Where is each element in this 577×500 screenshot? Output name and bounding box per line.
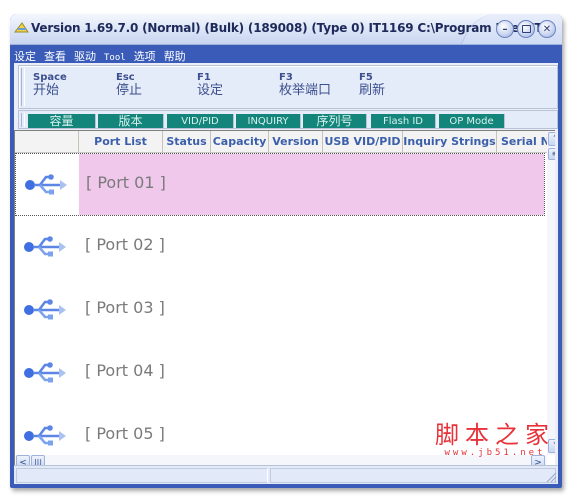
tab-op-mode[interactable]: OP Mode (439, 114, 505, 128)
table-header: Port List Status Capacity Version USB VI… (15, 131, 555, 153)
scroll-up-button[interactable]: ˄ (548, 132, 555, 146)
shortcut-start[interactable]: Space 开始 (33, 72, 67, 99)
status-bar (14, 465, 558, 484)
close-icon: ✕ (542, 23, 552, 35)
port-label: [ Port 02 ] (85, 235, 165, 254)
column-header-icon[interactable] (15, 131, 79, 152)
status-pane-left (16, 468, 268, 483)
watermark: 脚本之家 www.jb51.net (430, 422, 560, 459)
shortcut-settings[interactable]: F1 设定 (197, 72, 223, 99)
shortcut-enumerate-ports[interactable]: F3 枚举端口 (279, 72, 331, 99)
table-row[interactable]: [ Port 01 ] (15, 153, 545, 216)
vertical-scroll-thumb[interactable]: ≡ (548, 148, 555, 160)
column-header-capacity[interactable]: Capacity (211, 131, 269, 152)
port-label: [ Port 05 ] (85, 424, 165, 443)
usb-icon (24, 299, 66, 320)
column-header-status[interactable]: Status (163, 131, 211, 152)
port-label: [ Port 03 ] (85, 298, 165, 317)
window-title: Version 1.69.7.0 (Normal) (Bulk) (189008… (31, 21, 554, 35)
usb-icon (24, 236, 66, 257)
watermark-url: www.jb51.net (444, 448, 546, 458)
tab-inquiry[interactable]: INQUIRY (236, 114, 301, 128)
port-label: [ Port 04 ] (85, 361, 165, 380)
menu-options[interactable]: 选项 (130, 47, 160, 64)
menu-driver[interactable]: 驱动 (70, 47, 100, 64)
resize-grip-icon[interactable] (545, 471, 557, 483)
tab-serial-number[interactable]: 序列号 (303, 114, 367, 128)
table-row[interactable]: [ Port 02 ] (15, 216, 545, 279)
table-row[interactable]: [ Port 04 ] (15, 342, 545, 405)
tab-flash-id[interactable]: Flash ID (371, 114, 436, 128)
port-label: [ Port 01 ] (86, 173, 166, 192)
app-icon (14, 22, 29, 33)
tab-capacity[interactable]: 容量 (28, 114, 96, 128)
restore-icon (521, 25, 531, 33)
tab-vid-pid[interactable]: VID/PID (167, 114, 234, 128)
minimize-button[interactable]: – (496, 20, 514, 38)
menu-bar: 设定 查看 驱动 Tool 选项 帮助 (10, 45, 562, 63)
chevron-up-icon: ˄ (553, 135, 555, 145)
usb-icon (25, 174, 67, 195)
port-table: Port List Status Capacity Version USB VI… (14, 130, 555, 469)
shortcut-refresh[interactable]: F5 刷新 (359, 72, 385, 99)
column-tabs-bar: 容量 版本 VID/PID INQUIRY 序列号 Flash ID OP Mo… (18, 110, 558, 129)
app-window: Version 1.69.7.0 (Normal) (Bulk) (189008… (10, 14, 562, 488)
grip-icon: ≡ (552, 149, 555, 158)
shortcut-stop[interactable]: Esc 停止 (116, 72, 142, 99)
status-pane-right (270, 468, 556, 483)
usb-icon (24, 362, 66, 383)
table-row[interactable]: [ Port 03 ] (15, 279, 545, 342)
column-header-inquiry-strings[interactable]: Inquiry Strings (403, 131, 497, 152)
restore-button[interactable] (517, 20, 535, 38)
title-bar[interactable]: Version 1.69.7.0 (Normal) (Bulk) (189008… (10, 14, 562, 45)
toolbar-grip[interactable] (21, 68, 25, 106)
watermark-text: 脚本之家 (435, 421, 555, 449)
vertical-scrollbar[interactable]: ˄ ≡ ˅ (547, 131, 555, 455)
column-header-version[interactable]: Version (269, 131, 323, 152)
menu-view[interactable]: 查看 (40, 47, 70, 64)
column-header-port-list[interactable]: Port List (79, 131, 163, 152)
column-header-serial-number[interactable]: Serial Nu (497, 131, 547, 152)
tab-version[interactable]: 版本 (98, 114, 164, 128)
tabs-grip[interactable] (21, 113, 25, 127)
menu-settings[interactable]: 设定 (10, 47, 40, 64)
menu-help[interactable]: 帮助 (160, 47, 190, 64)
shortcut-toolbar: Space 开始 Esc 停止 F1 设定 F3 枚举端口 F5 刷新 (18, 65, 558, 109)
minimize-icon: – (502, 23, 508, 35)
usb-icon (24, 425, 66, 446)
column-header-usb-vid-pid[interactable]: USB VID/PID (323, 131, 403, 152)
close-button[interactable]: ✕ (538, 20, 556, 38)
